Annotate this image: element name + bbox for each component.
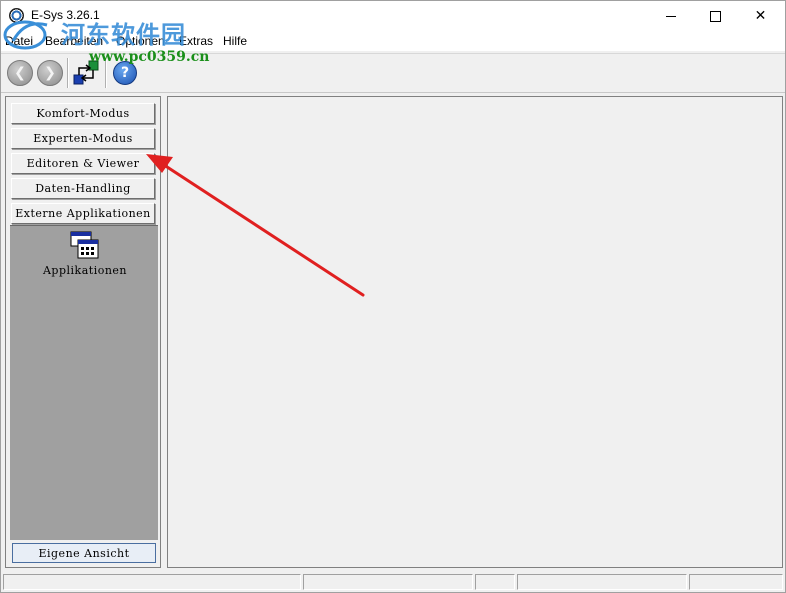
status-cell: [517, 574, 687, 590]
close-button[interactable]: ✕: [738, 1, 783, 31]
back-button[interactable]: ❮: [7, 60, 33, 86]
forward-button[interactable]: ❯: [37, 60, 63, 86]
applications-window-icon: [70, 231, 99, 259]
minimize-button[interactable]: [648, 1, 693, 31]
back-arrow-icon: ❮: [14, 65, 26, 81]
applikationen-label: Applikationen: [42, 264, 128, 277]
maximize-button[interactable]: [693, 1, 738, 31]
nav-button-experten-modus[interactable]: Experten-Modus: [11, 128, 155, 149]
watermark-url: www.pc0359.cn: [89, 49, 210, 65]
navigation-panel: Komfort-Modus Experten-Modus Editoren & …: [5, 96, 161, 568]
watermark-site-name: 河东软件园: [61, 21, 186, 49]
status-cell: [475, 574, 515, 590]
minimize-icon: [665, 15, 676, 17]
nav-button-komfort-modus[interactable]: Komfort-Modus: [11, 103, 155, 124]
forward-arrow-icon: ❯: [44, 65, 56, 81]
watermark-logo-icon: [3, 20, 48, 50]
status-cell: [3, 574, 301, 590]
applikationen-tile[interactable]: Applikationen: [40, 230, 130, 280]
maximize-icon: [710, 10, 721, 22]
nav-button-editoren-viewer[interactable]: Editoren & Viewer: [11, 153, 155, 174]
app-window: E-Sys 3.26.1 ✕ Datei Bearbeiten Optionen…: [0, 0, 786, 593]
nav-button-daten-handling[interactable]: Daten-Handling: [11, 178, 155, 199]
close-icon: ✕: [754, 8, 767, 24]
status-cell: [303, 574, 473, 590]
menu-hilfe[interactable]: Hilfe: [223, 34, 247, 48]
status-cell: [689, 574, 783, 590]
help-icon: ?: [120, 65, 130, 81]
main-content-area: [167, 96, 783, 568]
nav-button-externe-applikationen[interactable]: Externe Applikationen: [11, 203, 155, 224]
section-content-area: Applikationen: [10, 225, 158, 540]
eigene-ansicht-button[interactable]: Eigene Ansicht: [12, 543, 156, 563]
toolbar-separator: [67, 58, 69, 88]
status-bar: [1, 572, 785, 592]
